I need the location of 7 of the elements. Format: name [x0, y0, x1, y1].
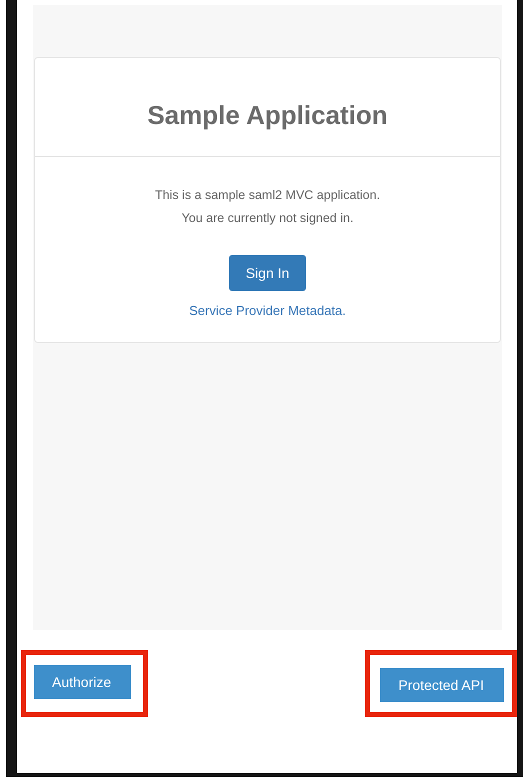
- status-text: This is a sample saml2 MVC application.: [154, 187, 380, 204]
- sign-in-button[interactable]: Sign In: [228, 255, 306, 291]
- action-button[interactable]: Authorize: [34, 665, 132, 699]
- status-text: You are currently not signed in.: [182, 210, 354, 227]
- card-title: Sample Application: [35, 58, 500, 157]
- metadata-link[interactable]: Service Provider Metadata.: [189, 303, 346, 318]
- action-button[interactable]: Protected API: [380, 668, 504, 702]
